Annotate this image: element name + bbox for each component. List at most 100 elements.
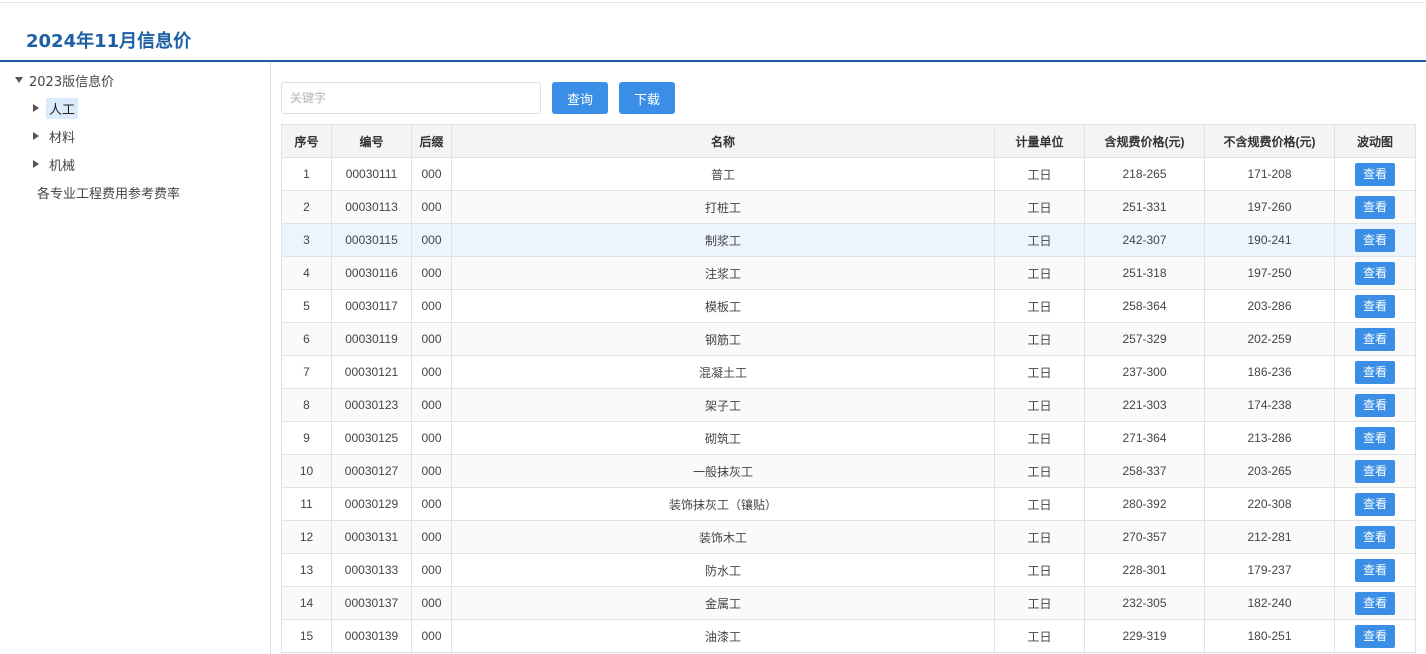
tree-item-label[interactable]: 人工 <box>46 97 79 119</box>
price-without-fees: 203-265 <box>1204 454 1335 488</box>
table-row[interactable]: 6 00030119 000 钢筋工 工日 257-329 202-259 查看 <box>281 322 1416 356</box>
chart-cell: 查看 <box>1334 586 1416 620</box>
item-unit: 工日 <box>994 487 1085 521</box>
price-with-fees: 258-364 <box>1084 289 1205 323</box>
chevron-right-icon[interactable] <box>33 104 39 112</box>
item-name: 一般抹灰工 <box>451 454 995 488</box>
item-name: 模板工 <box>451 289 995 323</box>
row-index: 9 <box>281 421 332 455</box>
price-without-fees: 213-286 <box>1204 421 1335 455</box>
view-chart-button[interactable]: 查看 <box>1355 195 1395 219</box>
chart-cell: 查看 <box>1334 322 1416 356</box>
view-chart-button[interactable]: 查看 <box>1355 360 1395 384</box>
table-row[interactable]: 2 00030113 000 打桩工 工日 251-331 197-260 查看 <box>281 190 1416 224</box>
tree-item-label[interactable]: 各专业工程费用参考费率 <box>37 183 180 202</box>
item-code: 00030119 <box>331 322 412 356</box>
chevron-right-icon[interactable] <box>33 160 39 168</box>
price-without-fees: 182-240 <box>1204 586 1335 620</box>
top-divider <box>0 2 1426 3</box>
chart-cell: 查看 <box>1334 223 1416 257</box>
row-index: 12 <box>281 520 332 554</box>
tree-item-machinery[interactable]: 机械 <box>33 153 78 175</box>
item-unit: 工日 <box>994 289 1085 323</box>
item-unit: 工日 <box>994 454 1085 488</box>
chart-cell: 查看 <box>1334 421 1416 455</box>
view-chart-button[interactable]: 查看 <box>1355 261 1395 285</box>
price-with-fees: 228-301 <box>1084 553 1205 587</box>
search-input[interactable] <box>281 82 541 114</box>
table-row[interactable]: 13 00030133 000 防水工 工日 228-301 179-237 查看 <box>281 553 1416 587</box>
view-chart-button[interactable]: 查看 <box>1355 459 1395 483</box>
row-index: 15 <box>281 619 332 653</box>
price-with-fees: 251-331 <box>1084 190 1205 224</box>
chart-cell: 查看 <box>1334 619 1416 653</box>
table-row[interactable]: 10 00030127 000 一般抹灰工 工日 258-337 203-265 查看 <box>281 454 1416 488</box>
row-index: 8 <box>281 388 332 422</box>
view-chart-button[interactable]: 查看 <box>1355 228 1395 252</box>
price-without-fees: 202-259 <box>1204 322 1335 356</box>
table-row[interactable]: 5 00030117 000 模板工 工日 258-364 203-286 查看 <box>281 289 1416 323</box>
tree-root[interactable]: 2023版信息价 <box>15 69 114 91</box>
price-without-fees: 220-308 <box>1204 487 1335 521</box>
view-chart-button[interactable]: 查看 <box>1355 393 1395 417</box>
download-button[interactable]: 下载 <box>619 82 675 114</box>
item-unit: 工日 <box>994 586 1085 620</box>
item-suffix: 000 <box>411 619 452 653</box>
view-chart-button[interactable]: 查看 <box>1355 162 1395 186</box>
view-chart-button[interactable]: 查看 <box>1355 624 1395 648</box>
chart-cell: 查看 <box>1334 355 1416 389</box>
column-header: 名称 <box>451 124 995 158</box>
table-row[interactable]: 12 00030131 000 装饰木工 工日 270-357 212-281 查看 <box>281 520 1416 554</box>
price-with-fees: 229-319 <box>1084 619 1205 653</box>
view-chart-button[interactable]: 查看 <box>1355 525 1395 549</box>
table-row[interactable]: 8 00030123 000 架子工 工日 221-303 174-238 查看 <box>281 388 1416 422</box>
table-row[interactable]: 15 00030139 000 油漆工 工日 229-319 180-251 查看 <box>281 619 1416 653</box>
chevron-down-icon[interactable] <box>15 77 23 83</box>
chart-cell: 查看 <box>1334 157 1416 191</box>
view-chart-button[interactable]: 查看 <box>1355 492 1395 516</box>
view-chart-button[interactable]: 查看 <box>1355 426 1395 450</box>
column-header: 含规费价格(元) <box>1084 124 1205 158</box>
price-without-fees: 203-286 <box>1204 289 1335 323</box>
item-suffix: 000 <box>411 289 452 323</box>
view-chart-button[interactable]: 查看 <box>1355 591 1395 615</box>
table-row[interactable]: 9 00030125 000 砌筑工 工日 271-364 213-286 查看 <box>281 421 1416 455</box>
item-unit: 工日 <box>994 388 1085 422</box>
table-row[interactable]: 4 00030116 000 注浆工 工日 251-318 197-250 查看 <box>281 256 1416 290</box>
table-row[interactable]: 3 00030115 000 制浆工 工日 242-307 190-241 查看 <box>281 223 1416 257</box>
tree-item-fee-rates[interactable]: 各专业工程费用参考费率 <box>37 181 180 203</box>
item-suffix: 000 <box>411 157 452 191</box>
chart-cell: 查看 <box>1334 289 1416 323</box>
query-button[interactable]: 查询 <box>552 82 608 114</box>
item-code: 00030133 <box>331 553 412 587</box>
page-header: 2024年11月信息价 <box>0 18 1426 62</box>
item-code: 00030139 <box>331 619 412 653</box>
tree-item-materials[interactable]: 材料 <box>33 125 78 147</box>
view-chart-button[interactable]: 查看 <box>1355 558 1395 582</box>
item-suffix: 000 <box>411 586 452 620</box>
item-code: 00030129 <box>331 487 412 521</box>
item-code: 00030123 <box>331 388 412 422</box>
price-without-fees: 197-260 <box>1204 190 1335 224</box>
item-unit: 工日 <box>994 421 1085 455</box>
item-suffix: 000 <box>411 355 452 389</box>
tree-item-label[interactable]: 机械 <box>46 154 78 175</box>
view-chart-button[interactable]: 查看 <box>1355 327 1395 351</box>
tree-item-label[interactable]: 材料 <box>46 126 78 147</box>
item-unit: 工日 <box>994 520 1085 554</box>
chart-cell: 查看 <box>1334 256 1416 290</box>
table-row[interactable]: 11 00030129 000 装饰抹灰工（镶贴） 工日 280-392 220-308 查看 <box>281 487 1416 521</box>
tree-item-labor[interactable]: 人工 <box>33 97 79 119</box>
row-index: 13 <box>281 553 332 587</box>
column-header: 不含规费价格(元) <box>1204 124 1335 158</box>
table-row[interactable]: 7 00030121 000 混凝土工 工日 237-300 186-236 查看 <box>281 355 1416 389</box>
chevron-right-icon[interactable] <box>33 132 39 140</box>
row-index: 7 <box>281 355 332 389</box>
item-name: 混凝土工 <box>451 355 995 389</box>
price-with-fees: 221-303 <box>1084 388 1205 422</box>
table-row[interactable]: 1 00030111 000 普工 工日 218-265 171-208 查看 <box>281 157 1416 191</box>
item-unit: 工日 <box>994 619 1085 653</box>
view-chart-button[interactable]: 查看 <box>1355 294 1395 318</box>
table-row[interactable]: 14 00030137 000 金属工 工日 232-305 182-240 查看 <box>281 586 1416 620</box>
item-name: 注浆工 <box>451 256 995 290</box>
